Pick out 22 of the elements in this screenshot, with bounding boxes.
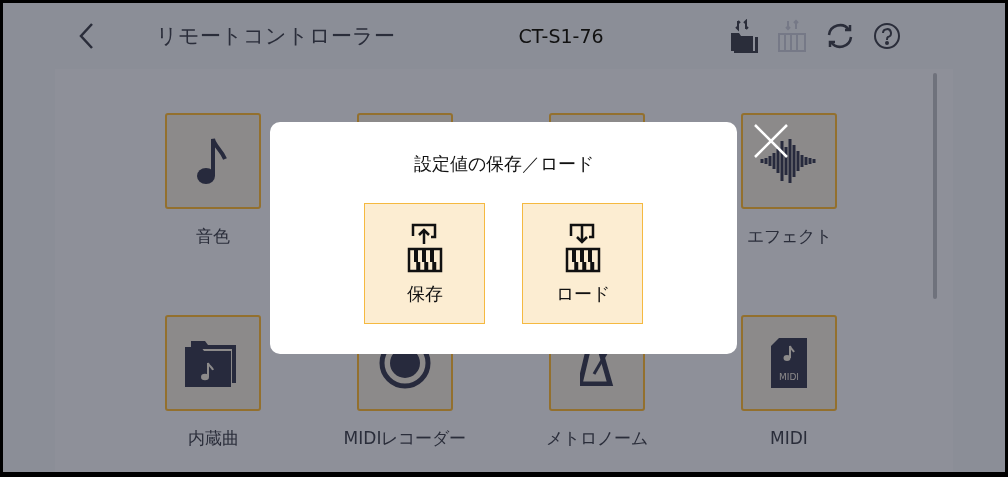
save-button[interactable]: 保存: [364, 203, 485, 324]
back-icon[interactable]: [78, 22, 94, 50]
function-tile[interactable]: MIDI: [741, 315, 837, 411]
screen-title: リモートコントローラー: [156, 23, 396, 50]
function-label: メトロノーム: [546, 427, 648, 449]
function-label: MIDIレコーダー: [343, 427, 467, 449]
piano-download-icon: [563, 221, 602, 274]
function-label: 内蔵曲: [187, 427, 239, 449]
midi-file-icon: MIDI: [769, 338, 809, 388]
folder-transfer-icon[interactable]: [729, 19, 761, 53]
piano-upload-icon: [405, 221, 444, 274]
help-icon[interactable]: [873, 22, 901, 50]
dialog-title: 設定値の保存／ロード: [413, 152, 594, 176]
close-icon[interactable]: [753, 123, 789, 159]
function-tile[interactable]: [165, 315, 261, 411]
function-label: 音色: [196, 225, 230, 247]
function-label: MIDI: [770, 427, 808, 449]
function-tile[interactable]: [741, 113, 837, 209]
function-tile[interactable]: [165, 113, 261, 209]
load-button[interactable]: ロード: [522, 203, 643, 324]
function-label: エフェクト: [746, 225, 832, 247]
model-name: CT-S1-76: [517, 25, 605, 47]
